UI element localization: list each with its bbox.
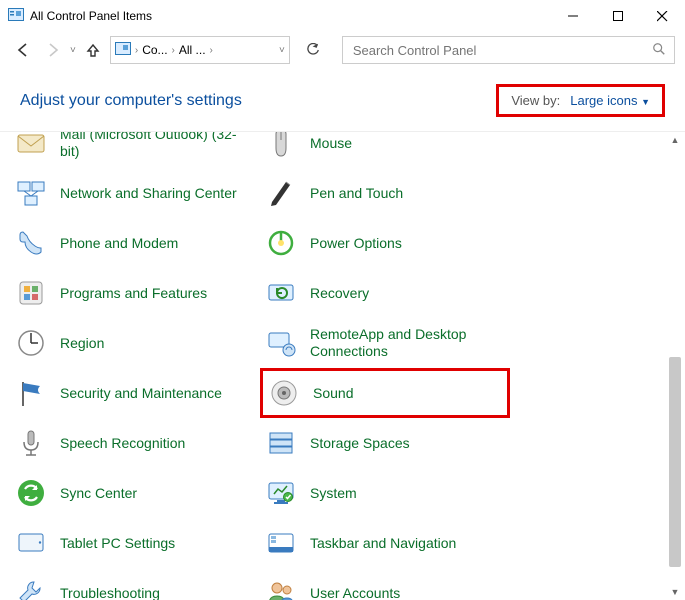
item-label: Tablet PC Settings [60, 535, 175, 552]
refresh-button[interactable] [298, 36, 328, 64]
mouse-icon [264, 132, 298, 160]
item-label: Programs and Features [60, 285, 207, 302]
cp-item-mouse[interactable]: Mouse [260, 132, 510, 168]
storage-icon [264, 426, 298, 460]
nav-row: ˅ › Co... › All ... › ˅ [0, 32, 685, 68]
window-buttons [550, 1, 685, 31]
minimize-button[interactable] [550, 1, 595, 31]
flag-icon [14, 376, 48, 410]
address-bar[interactable]: › Co... › All ... › ˅ [110, 36, 290, 64]
programs-icon [14, 276, 48, 310]
sync-icon [14, 476, 48, 510]
cp-item-region[interactable]: Region [10, 318, 260, 368]
cp-item-pen[interactable]: Pen and Touch [260, 168, 510, 218]
chevron-right-icon: › [172, 45, 175, 56]
power-icon [264, 226, 298, 260]
view-by-label: View by: [511, 93, 560, 108]
maximize-button[interactable] [595, 1, 640, 31]
page-title: Adjust your computer's settings [20, 92, 242, 110]
search-box[interactable] [342, 36, 675, 64]
region-icon [14, 326, 48, 360]
vertical-scrollbar[interactable]: ▲ ▼ [667, 132, 683, 600]
item-label: Network and Sharing Center [60, 185, 237, 202]
item-label: System [310, 485, 357, 502]
scroll-thumb[interactable] [669, 357, 681, 566]
titlebar: All Control Panel Items [0, 0, 685, 32]
item-label: Mouse [310, 135, 352, 152]
tablet-icon [14, 526, 48, 560]
remote-icon [264, 326, 298, 360]
header: Adjust your computer's settings View by:… [0, 68, 685, 132]
item-label: Troubleshooting [60, 585, 160, 600]
item-label: Phone and Modem [60, 235, 178, 252]
view-by-control[interactable]: View by: Large icons ▼ [496, 84, 665, 117]
cp-item-taskbar[interactable]: Taskbar and Navigation [260, 518, 510, 568]
cp-item-programs[interactable]: Programs and Features [10, 268, 260, 318]
system-icon [264, 476, 298, 510]
pen-icon [264, 176, 298, 210]
item-label: Sync Center [60, 485, 137, 502]
item-label: Storage Spaces [310, 435, 410, 452]
taskbar-icon [264, 526, 298, 560]
breadcrumb-seg-1[interactable]: Co... [142, 43, 167, 57]
cp-item-tool[interactable]: Troubleshooting [10, 568, 260, 600]
cp-item-flag[interactable]: Security and Maintenance [10, 368, 260, 418]
window-title: All Control Panel Items [30, 9, 550, 23]
mail-icon [14, 132, 48, 160]
view-by-value[interactable]: Large icons ▼ [570, 93, 650, 108]
search-input[interactable] [351, 42, 644, 59]
cp-item-mail[interactable]: Mail (Microsoft Outlook) (32-bit) [10, 132, 260, 168]
cp-item-phone[interactable]: Phone and Modem [10, 218, 260, 268]
recent-dropdown[interactable]: ˅ [70, 45, 76, 56]
cp-item-tablet[interactable]: Tablet PC Settings [10, 518, 260, 568]
chevron-right-icon: › [210, 45, 213, 56]
scroll-down-button[interactable]: ▼ [667, 584, 683, 600]
search-icon[interactable] [652, 42, 666, 59]
back-button[interactable] [10, 37, 36, 63]
cp-item-user[interactable]: User Accounts [260, 568, 510, 600]
chevron-down-icon: ▼ [641, 97, 650, 107]
cp-item-system[interactable]: System [260, 468, 510, 518]
item-label: Sound [313, 385, 353, 402]
item-label: Region [60, 335, 104, 352]
sound-icon [267, 376, 301, 410]
item-label: Security and Maintenance [60, 385, 222, 402]
close-button[interactable] [640, 1, 685, 31]
item-label: RemoteApp and Desktop Connections [310, 326, 506, 360]
phone-icon [14, 226, 48, 260]
cp-item-remote[interactable]: RemoteApp and Desktop Connections [260, 318, 510, 368]
item-label: Pen and Touch [310, 185, 403, 202]
content-area: Mail (Microsoft Outlook) (32-bit) Network… [0, 132, 685, 600]
cp-item-storage[interactable]: Storage Spaces [260, 418, 510, 468]
recovery-icon [264, 276, 298, 310]
user-icon [264, 576, 298, 600]
cp-item-sync[interactable]: Sync Center [10, 468, 260, 518]
cp-item-sound[interactable]: Sound [260, 368, 510, 418]
breadcrumb-seg-2[interactable]: All ... [179, 43, 206, 57]
item-label: Speech Recognition [60, 435, 185, 452]
item-label: Power Options [310, 235, 402, 252]
control-panel-icon [115, 42, 131, 58]
cp-item-network[interactable]: Network and Sharing Center [10, 168, 260, 218]
cp-item-power[interactable]: Power Options [260, 218, 510, 268]
cp-item-recovery[interactable]: Recovery [260, 268, 510, 318]
network-icon [14, 176, 48, 210]
item-label: User Accounts [310, 585, 400, 600]
item-label: Taskbar and Navigation [310, 535, 456, 552]
scroll-up-button[interactable]: ▲ [667, 132, 683, 148]
cp-item-mic[interactable]: Speech Recognition [10, 418, 260, 468]
chevron-right-icon: › [135, 45, 138, 56]
address-dropdown[interactable]: ˅ [279, 45, 285, 56]
forward-button[interactable] [40, 37, 66, 63]
up-button[interactable] [80, 37, 106, 63]
scroll-track[interactable] [667, 148, 683, 584]
control-panel-icon [8, 8, 24, 24]
item-label: Recovery [310, 285, 369, 302]
mic-icon [14, 426, 48, 460]
tool-icon [14, 576, 48, 600]
item-label: Mail (Microsoft Outlook) (32-bit) [60, 132, 256, 160]
